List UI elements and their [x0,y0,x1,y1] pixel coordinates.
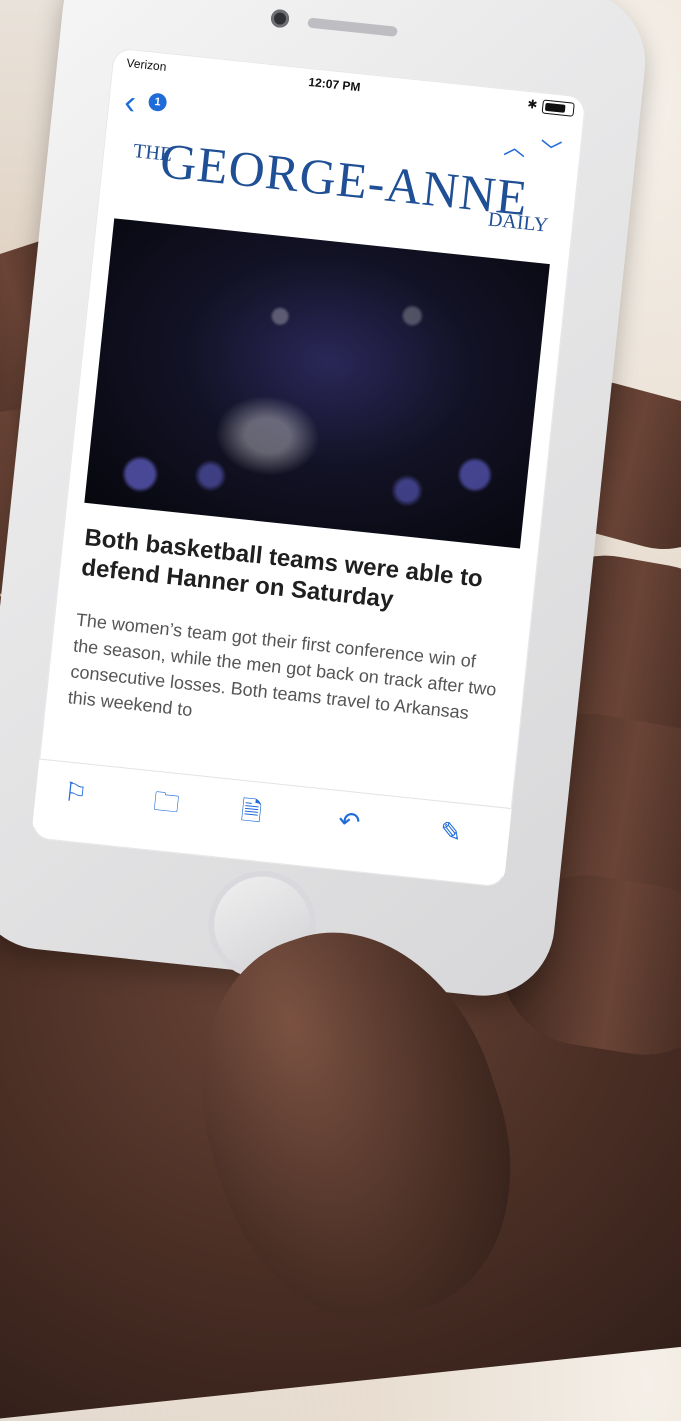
arena-photo [84,218,550,549]
back-chevron-icon[interactable]: ‹ [122,83,137,122]
battery-icon [541,99,575,117]
smartphone: Verizon 12:07 PM ✱ ‹ 1 ︿ ﹀ THE GEORGE-AN… [0,0,653,1003]
flag-icon[interactable]: ⚐ [63,776,89,808]
move-icon[interactable]: 🗎 [240,795,264,827]
unread-badge: 1 [147,92,168,113]
status-time: 12:07 PM [307,74,362,95]
bluetooth-icon: ✱ [526,96,539,112]
earpiece-speaker [307,17,398,37]
carrier-label: Verizon [125,55,168,74]
masthead-daily: DAILY [487,208,550,237]
phone-screen: Verizon 12:07 PM ✱ ‹ 1 ︿ ﹀ THE GEORGE-AN… [31,47,587,888]
previous-message-icon[interactable]: ︿ [502,129,528,163]
folder-icon[interactable]: 🗀 [152,786,181,819]
reply-icon[interactable]: ↶ [337,805,362,837]
front-camera [270,8,290,29]
next-message-icon[interactable]: ﹀ [538,133,563,167]
compose-icon[interactable]: ✎ [438,816,463,848]
